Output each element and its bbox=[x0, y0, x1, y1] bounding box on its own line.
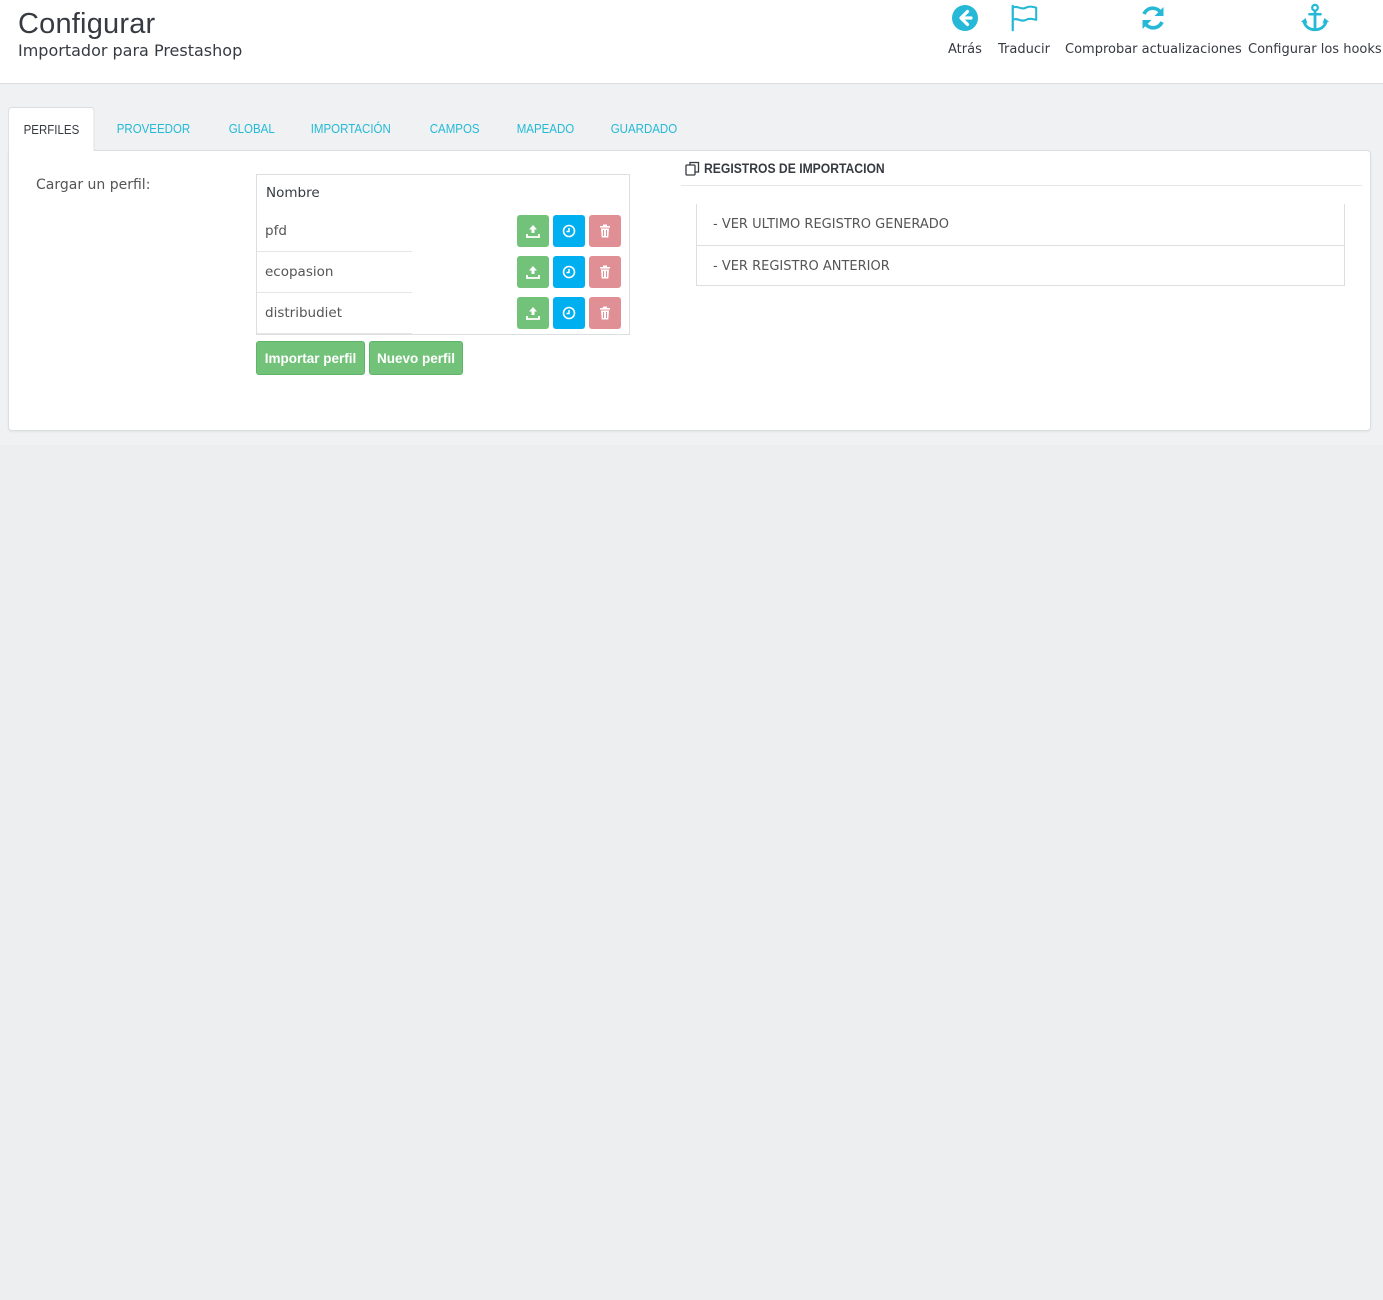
delete-profile-button[interactable] bbox=[589, 256, 621, 288]
translate-button-label: Traducir bbox=[998, 42, 1050, 57]
translate-button[interactable]: Traducir bbox=[998, 0, 1050, 70]
profiles-panel: Cargar un perfil: Nombre pfd ecopasion d… bbox=[8, 150, 1371, 431]
import-logs-title: REGISTROS DE IMPORTACION bbox=[704, 160, 885, 176]
clock-icon bbox=[562, 224, 576, 238]
configure-hooks-button-label: Configurar los hooks bbox=[1248, 42, 1382, 57]
back-button-label: Atrás bbox=[948, 42, 982, 57]
delete-profile-button[interactable] bbox=[589, 297, 621, 329]
back-button[interactable]: Atrás bbox=[948, 0, 982, 70]
trash-icon bbox=[600, 224, 610, 238]
schedule-profile-button[interactable] bbox=[553, 297, 585, 329]
check-updates-button[interactable]: Comprobar actualizaciones bbox=[1065, 0, 1242, 70]
configure-hooks-button[interactable]: Configurar los hooks bbox=[1248, 0, 1382, 70]
tab-importacion[interactable]: IMPORTACIÓN bbox=[296, 107, 406, 151]
column-header-name: Nombre bbox=[266, 185, 320, 201]
clock-icon bbox=[562, 306, 576, 320]
page-subtitle: Importador para Prestashop bbox=[18, 41, 243, 60]
profile-name: distribudiet bbox=[265, 305, 342, 321]
arrow-circle-left-icon bbox=[950, 2, 980, 34]
refresh-icon bbox=[1138, 2, 1168, 34]
check-updates-button-label: Comprobar actualizaciones bbox=[1065, 42, 1242, 57]
tab-perfiles[interactable]: PERFILES bbox=[8, 107, 95, 151]
tab-campos[interactable]: CAMPOS bbox=[415, 107, 494, 151]
profile-name: ecopasion bbox=[265, 264, 334, 280]
tab-proveedor[interactable]: PROVEEDOR bbox=[102, 107, 205, 151]
view-previous-log-link[interactable]: - VER REGISTRO ANTERIOR bbox=[697, 245, 1344, 286]
anchor-icon bbox=[1300, 2, 1330, 34]
schedule-profile-button[interactable] bbox=[553, 256, 585, 288]
table-row: pfd bbox=[257, 211, 629, 252]
load-profile-button[interactable] bbox=[517, 256, 549, 288]
trash-icon bbox=[600, 306, 610, 320]
view-last-log-link[interactable]: - VER ULTIMO REGISTRO GENERADO bbox=[697, 204, 1344, 245]
tab-guardado[interactable]: GUARDADO bbox=[596, 107, 692, 151]
new-profile-button[interactable]: Nuevo perfil bbox=[369, 341, 463, 375]
trash-icon bbox=[600, 265, 610, 279]
load-profile-label: Cargar un perfil: bbox=[36, 177, 151, 193]
table-row: ecopasion bbox=[257, 252, 629, 293]
profiles-table: Nombre pfd ecopasion distribudiet bbox=[256, 174, 630, 335]
page-title: Configurar bbox=[18, 8, 156, 40]
flag-icon bbox=[1009, 2, 1039, 34]
import-logs-header: REGISTROS DE IMPORTACION bbox=[681, 151, 1362, 186]
tab-mapeado[interactable]: MAPEADO bbox=[502, 107, 589, 151]
page-header: Configurar Importador para Prestashop At… bbox=[0, 0, 1383, 84]
load-profile-button[interactable] bbox=[517, 297, 549, 329]
upload-icon bbox=[526, 225, 540, 238]
import-profile-button[interactable]: Importar perfil bbox=[256, 341, 365, 375]
profile-name: pfd bbox=[265, 223, 287, 239]
table-row: distribudiet bbox=[257, 293, 629, 334]
tab-global[interactable]: GLOBAL bbox=[214, 107, 289, 151]
clock-icon bbox=[562, 265, 576, 279]
upload-icon bbox=[526, 266, 540, 279]
copy-icon bbox=[685, 161, 700, 176]
delete-profile-button[interactable] bbox=[589, 215, 621, 247]
schedule-profile-button[interactable] bbox=[553, 215, 585, 247]
tab-bar: PERFILES PROVEEDOR GLOBAL IMPORTACIÓN CA… bbox=[8, 107, 700, 151]
upload-icon bbox=[526, 307, 540, 320]
import-logs-list: - VER ULTIMO REGISTRO GENERADO - VER REG… bbox=[696, 204, 1345, 286]
load-profile-button[interactable] bbox=[517, 215, 549, 247]
